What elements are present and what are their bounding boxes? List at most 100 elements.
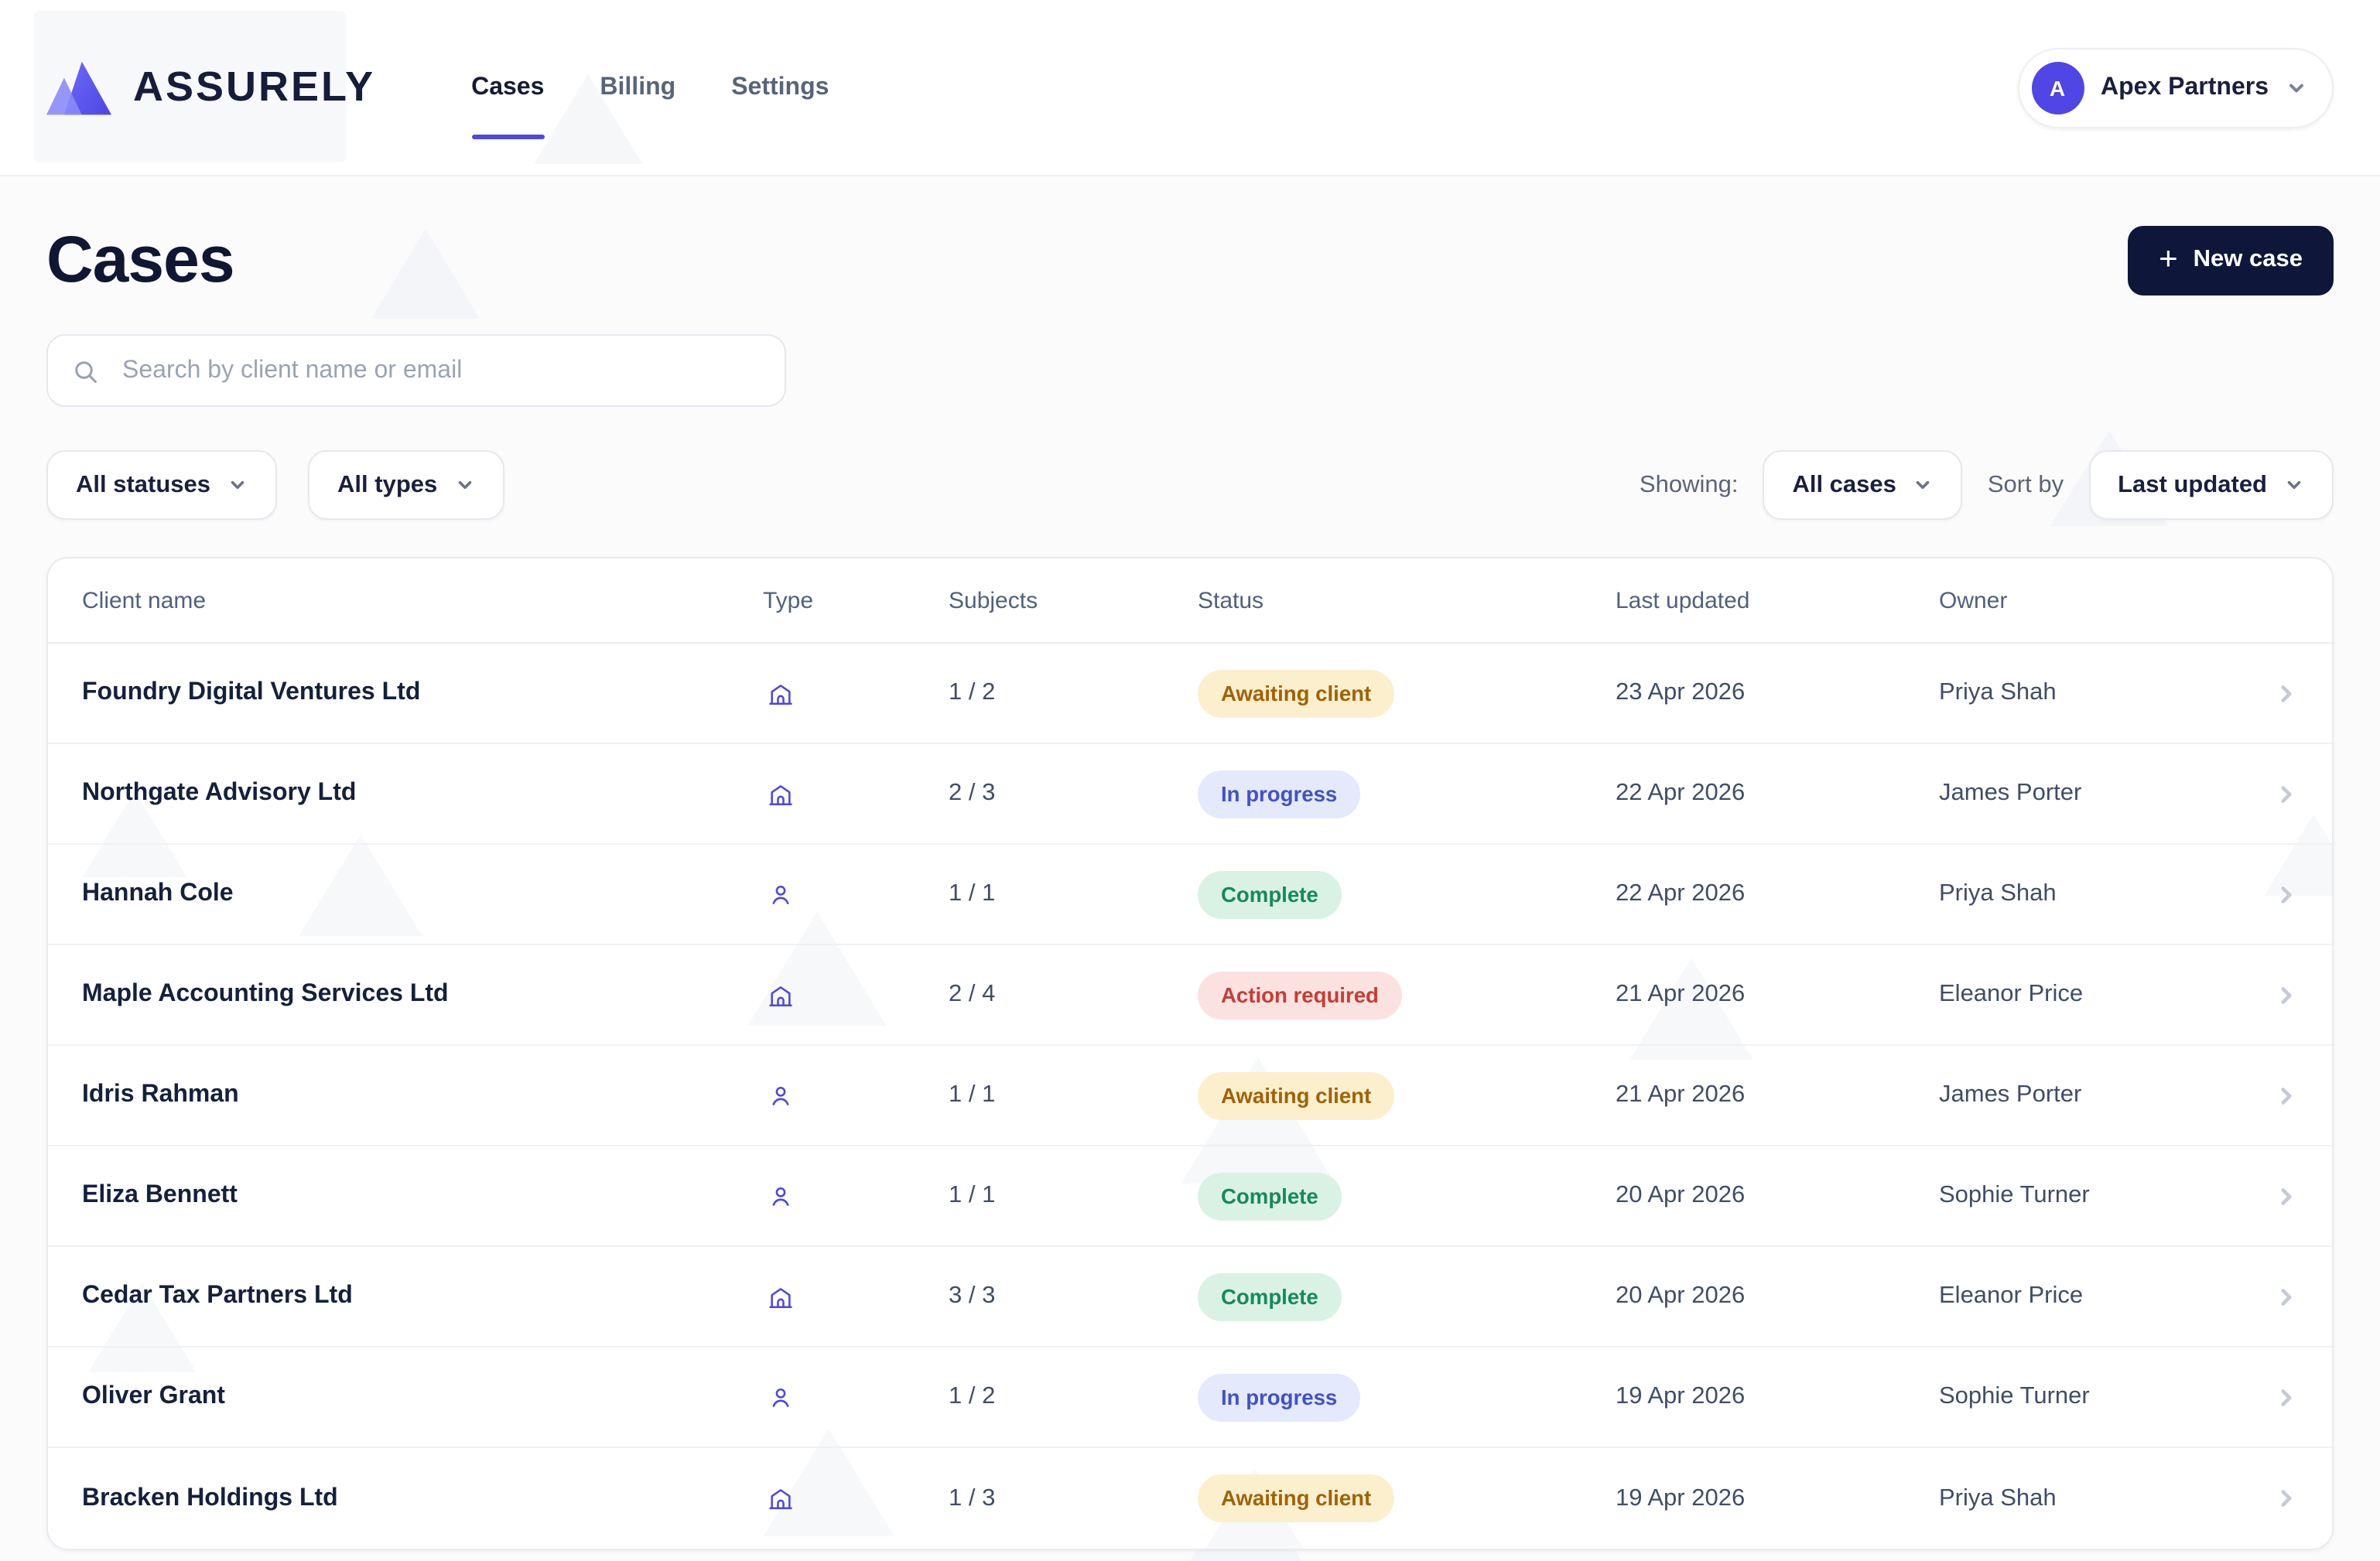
subjects-count: 2 / 3 [949,780,1198,808]
building-icon [763,681,949,707]
last-updated: 22 Apr 2026 [1616,881,1939,909]
status-cell: In progress [1198,1374,1616,1422]
subjects-count: 1 / 1 [949,1082,1198,1110]
client-name: Bracken Holdings Ltd [82,1485,763,1513]
last-updated: 22 Apr 2026 [1616,780,1939,808]
column-header-type: Type [763,588,949,614]
owner-name: Sophie Turner [1939,1384,2239,1412]
client-name: Cedar Tax Partners Ltd [82,1283,763,1311]
subjects-count: 1 / 2 [949,1384,1198,1412]
avatar: A [2031,61,2084,114]
cases-table: Client name Type Subjects Status Last up… [46,558,2334,1551]
column-header-updated: Last updated [1616,588,1939,614]
nav-item-cases[interactable]: Cases [471,72,544,103]
nav-item-settings[interactable]: Settings [731,72,829,103]
table-row[interactable]: Idris Rahman 1 / 1Awaiting client 21 Apr 2… [48,1047,2332,1147]
showing-value: All cases [1792,472,1896,500]
table-row[interactable]: Northgate Advisory Ltd2 / 3In progress22… [48,745,2332,845]
showing-dropdown[interactable]: All cases [1763,451,1962,521]
chevron-right-icon[interactable] [2239,1284,2332,1310]
search-icon [71,357,99,385]
chevron-down-icon [227,476,248,496]
building-icon [763,781,949,808]
person-icon [763,1083,949,1109]
client-name: Idris Rahman [82,1082,763,1110]
owner-name: James Porter [1939,780,2239,808]
owner-name: Sophie Turner [1939,1183,2239,1211]
table-row[interactable]: Cedar Tax Partners Ltd3 / 3Complete20 Ap… [48,1248,2332,1348]
page-title: Cases [46,223,234,298]
subjects-count: 3 / 3 [949,1283,1198,1311]
person-icon [763,882,949,908]
new-case-label: New case [2194,246,2303,274]
logo-mark-icon [46,56,111,118]
owner-name: Eleanor Price [1939,982,2239,1009]
status-filter-dropdown[interactable]: All statuses [46,451,277,521]
last-updated: 19 Apr 2026 [1616,1485,1939,1513]
table-row[interactable]: Oliver Grant1 / 2In progress19 Apr 2026S… [48,1348,2332,1449]
sort-by-label: Sort by [1988,472,2064,500]
table-row[interactable]: Eliza Bennett1 / 1Complete20 Apr 2026Sop… [48,1147,2332,1248]
nav-item-billing[interactable]: Billing [600,72,675,103]
status-cell: Awaiting client [1198,1475,1616,1523]
chevron-right-icon[interactable] [2239,781,2332,808]
brand-logo[interactable]: ASSURELY [46,56,375,118]
table-body: Foundry Digital Ventures Ltd1 / 2Awaitin… [48,644,2332,1549]
subjects-count: 2 / 4 [949,982,1198,1009]
last-updated: 23 Apr 2026 [1616,680,1939,708]
search-input[interactable] [46,335,786,408]
chevron-right-icon[interactable] [2239,1184,2332,1210]
chevron-right-icon[interactable] [2239,1385,2332,1411]
chevron-right-icon[interactable] [2239,681,2332,707]
chevron-right-icon[interactable] [2239,982,2332,1009]
main-content: Cases + New case All statuses All types [0,223,2380,1551]
status-badge: Complete [1198,1273,1342,1321]
chevron-right-icon[interactable] [2239,1083,2332,1109]
chevron-right-icon[interactable] [2239,1486,2332,1512]
status-cell: Awaiting client [1198,1072,1616,1120]
top-bar: ASSURELY Cases Billing Settings A Apex P… [0,0,2380,176]
owner-name: James Porter [1939,1082,2239,1110]
column-header-owner: Owner [1939,588,2239,614]
subjects-count: 1 / 3 [949,1485,1198,1513]
sort-dropdown[interactable]: Last updated [2088,451,2334,521]
filter-bar: All statuses All types Showing: All case… [46,451,2334,521]
last-updated: 20 Apr 2026 [1616,1183,1939,1211]
building-icon [763,1284,949,1310]
table-row[interactable]: Bracken Holdings Ltd 1 / 3Awaiting client… [48,1449,2332,1549]
status-badge: Complete [1198,1173,1342,1221]
table-header-row: Client name Type Subjects Status Last up… [48,559,2332,644]
status-cell: Complete [1198,1173,1616,1221]
building-icon [763,1486,949,1512]
last-updated: 21 Apr 2026 [1616,1082,1939,1110]
chevron-down-icon [2284,476,2304,496]
account-menu[interactable]: A Apex Partners [2017,47,2334,128]
main-nav: Cases Billing Settings [471,72,829,103]
app-window: ASSURELY Cases Billing Settings A Apex P… [0,0,2380,1561]
chevron-right-icon[interactable] [2239,882,2332,908]
account-name: Apex Partners [2101,73,2269,101]
chevron-down-icon [2286,77,2307,98]
status-badge: Awaiting client [1198,670,1394,718]
table-row[interactable]: Hannah Cole1 / 1Complete22 Apr 2026Priya… [48,845,2332,946]
chevron-down-icon [1913,476,1934,496]
table-row[interactable]: Foundry Digital Ventures Ltd 1 / 2Awaitin… [48,644,2332,745]
building-icon [763,982,949,1009]
last-updated: 21 Apr 2026 [1616,982,1939,1009]
status-badge: Awaiting client [1198,1072,1394,1120]
new-case-button[interactable]: + New case [2128,225,2334,295]
table-row[interactable]: Maple Accounting Services Ltd2 / 4Action… [48,946,2332,1047]
client-name: Oliver Grant [82,1384,763,1412]
subjects-count: 1 / 2 [949,680,1198,708]
subjects-count: 1 / 1 [949,881,1198,909]
person-icon [763,1184,949,1210]
type-filter-dropdown[interactable]: All types [308,451,504,521]
client-name: Eliza Bennett [82,1183,763,1211]
client-name: Foundry Digital Ventures Ltd [82,680,763,708]
client-name: Maple Accounting Services Ltd [82,982,763,1009]
column-header-subjects: Subjects [949,588,1198,614]
search-box [46,335,786,408]
owner-name: Eleanor Price [1939,1283,2239,1311]
chevron-down-icon [454,476,474,496]
type-filter-label: All types [337,472,437,500]
